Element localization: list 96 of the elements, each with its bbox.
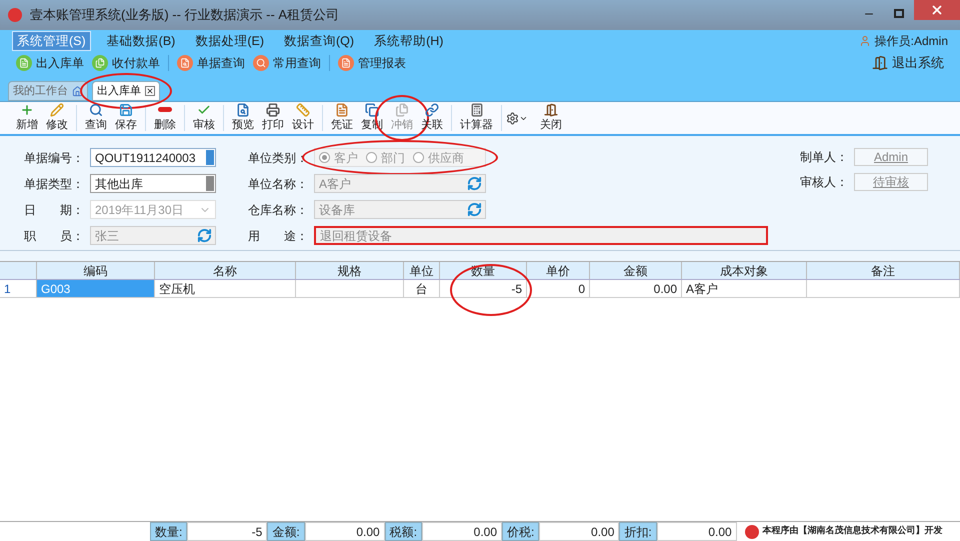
toolbar-button[interactable]: 关闭	[536, 102, 566, 134]
column-header[interactable]: 成本对象	[720, 262, 768, 280]
table-cell: 0	[527, 280, 590, 297]
menu-item[interactable]: 系统帮助(H)	[370, 32, 448, 50]
field-label: 单据编号：	[24, 150, 85, 166]
quick-button[interactable]: 收付款单	[92, 54, 160, 72]
table-cell: -5	[440, 280, 527, 297]
field-label: 单位名称：	[248, 176, 309, 192]
close-button[interactable]	[914, 0, 960, 20]
total-label: 折扣:	[619, 522, 657, 541]
radio-button[interactable]	[366, 152, 377, 163]
toolbar-button[interactable]: 计算器	[456, 102, 497, 134]
field-label: 职 员：	[24, 228, 85, 244]
app-logo-icon	[8, 8, 22, 22]
copy-icon	[395, 102, 409, 117]
quick-button[interactable]: 单据查询	[177, 54, 245, 72]
document-search-icon	[236, 102, 250, 117]
menu-item[interactable]: 数据处理(E)	[191, 32, 268, 50]
user-field: 待审核	[854, 173, 928, 191]
total-label: 数量:	[150, 522, 188, 541]
radio-button[interactable]	[319, 152, 330, 163]
table-cell: 空压机	[155, 280, 296, 297]
quick-button[interactable]: 常用查询	[253, 54, 321, 72]
field-label: 日 期：	[24, 202, 85, 218]
column-header[interactable]: 规格	[338, 262, 362, 280]
column-header[interactable]: 名称	[213, 262, 237, 280]
field-label: 制单人：	[800, 149, 849, 166]
toolbar-button[interactable]: 打印	[258, 102, 288, 134]
column-header[interactable]: 金额	[624, 262, 648, 280]
table-cell: 台	[404, 280, 440, 297]
table-cell: 0.00	[590, 280, 682, 297]
total-value: 0.00	[539, 522, 620, 541]
toolbar-button[interactable]: 新增	[12, 102, 42, 134]
field-label: 用 途：	[248, 228, 309, 244]
user-icon	[858, 35, 871, 47]
toolbar-button[interactable]: 预览	[228, 102, 258, 134]
tab[interactable]: 我的工作台	[8, 81, 88, 101]
tab[interactable]: 出入库单	[92, 81, 160, 101]
toolbar-button[interactable]: 查询	[81, 102, 111, 134]
refresh-icon[interactable]	[467, 176, 482, 191]
maximize-icon[interactable]	[894, 9, 904, 18]
calculator-icon	[470, 102, 484, 117]
quick-button[interactable]: 管理报表	[338, 54, 406, 72]
window-title: 壹本账管理系统(业务版) -- 行业数据演示 -- A租赁公司	[30, 6, 340, 24]
field-label: 单位类别：	[248, 150, 309, 166]
column-header[interactable]: 单位	[410, 262, 434, 280]
link-icon	[425, 102, 439, 117]
toolbar-button[interactable]: 设计	[288, 102, 318, 134]
plus-icon	[20, 102, 34, 117]
document-icon	[335, 102, 349, 117]
quick-button[interactable]: 出入库单	[16, 54, 84, 72]
column-header[interactable]: 编码	[84, 262, 108, 280]
close-icon	[930, 3, 944, 17]
column-header[interactable]: 备注	[871, 262, 895, 280]
menu-item[interactable]: 数据查询(Q)	[280, 32, 358, 50]
credit-text: 本程序由【湖南名茂信息技术有限公司】开发	[762, 524, 943, 538]
home-icon	[72, 86, 83, 96]
table-cell: G003	[37, 280, 155, 297]
field-label: 单据类型：	[24, 176, 85, 192]
total-value: -5	[187, 522, 268, 541]
close-icon[interactable]	[145, 86, 155, 96]
toolbar-button[interactable]: 修改	[42, 102, 72, 134]
document-number-field[interactable]: QOUT1911240003	[90, 148, 216, 167]
document-type-dropdown[interactable]: 其他出库	[90, 174, 216, 193]
door-icon	[544, 102, 558, 117]
pencil-icon	[50, 102, 64, 117]
operator-label: 操作员:Admin	[874, 33, 948, 50]
user-field: Admin	[854, 148, 928, 166]
total-value: 0.00	[656, 522, 737, 541]
total-label: 金额:	[267, 522, 305, 541]
total-value: 0.00	[304, 522, 385, 541]
refresh-icon[interactable]	[197, 228, 212, 243]
toolbar-button[interactable]: 审核	[189, 102, 219, 134]
refresh-icon[interactable]	[467, 202, 482, 217]
toolbar-button[interactable]: 凭证	[327, 102, 357, 134]
toolbar-button[interactable]: 保存	[111, 102, 141, 134]
table-cell: A客户	[682, 280, 807, 297]
save-icon	[119, 102, 133, 117]
company-logo-icon	[744, 524, 759, 538]
search-icon	[89, 102, 103, 117]
total-label: 价税:	[502, 522, 540, 541]
toolbar-button[interactable]: 删除	[150, 102, 180, 134]
field-label: 仓库名称：	[248, 202, 309, 218]
total-label: 税额:	[384, 522, 422, 541]
ruler-icon	[296, 102, 310, 117]
exit-button[interactable]: 退出系统	[872, 53, 944, 73]
total-value: 0.00	[422, 522, 502, 541]
door-icon	[872, 55, 888, 71]
menu-item[interactable]: 基础数据(B)	[102, 32, 180, 50]
field-label: 审核人：	[800, 174, 849, 191]
minus-icon	[158, 107, 172, 112]
printer-icon	[266, 102, 280, 117]
settings-icon[interactable]	[506, 112, 519, 124]
column-header[interactable]: 单价	[546, 262, 570, 280]
radio-button[interactable]	[413, 152, 424, 163]
copy-icon	[365, 102, 379, 117]
